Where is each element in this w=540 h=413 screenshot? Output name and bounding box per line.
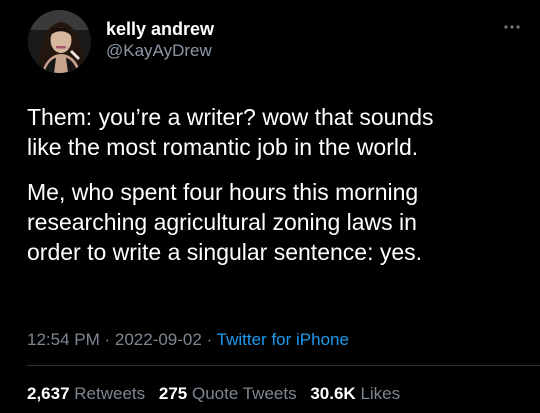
meta-separator: · [99,330,115,349]
retweets-label: Retweets [74,384,146,403]
likes-label: Likes [360,384,401,403]
quote-tweets-count: 275 [158,384,188,403]
tweet-time[interactable]: 12:54 PM [27,330,100,349]
tweet-date[interactable]: 2022-09-02 [115,330,202,349]
tweet-text: Them: you’re a writer? wow that sounds l… [27,102,527,267]
tweet-paragraph: Them: you’re a writer? wow that sounds l… [27,104,434,160]
tweet-paragraph: Me, who spent four hours this morning re… [27,179,423,265]
engagement-stats: 2,637 Retweets 275 Quote Tweets 30.6K Li… [27,383,409,405]
more-horizontal-icon [504,25,520,29]
tweet-header: kelly andrew @KayAyDrew [22,6,522,78]
tweet-source-link[interactable]: Twitter for iPhone [217,330,349,349]
quote-tweets-stat[interactable]: 275 Quote Tweets [159,383,297,405]
author-handle[interactable]: @KayAyDrew [106,41,214,61]
author-display-name[interactable]: kelly andrew [106,19,214,39]
retweets-count: 2,637 [27,384,70,403]
more-options-button[interactable] [502,21,522,33]
retweets-stat[interactable]: 2,637 Retweets [27,383,145,405]
divider [27,365,540,366]
tweet-meta: 12:54 PM · 2022-09-02 · Twitter for iPho… [27,329,349,351]
tweet-card: kelly andrew @KayAyDrew Them: you’re a w… [0,0,540,413]
meta-separator: · [201,330,217,349]
likes-count: 30.6K [310,384,356,403]
quote-tweets-label: Quote Tweets [192,384,297,403]
avatar[interactable] [28,10,91,73]
likes-stat[interactable]: 30.6K Likes [310,383,400,405]
profile-photo-icon [28,10,91,73]
author-names: kelly andrew @KayAyDrew [106,19,214,61]
